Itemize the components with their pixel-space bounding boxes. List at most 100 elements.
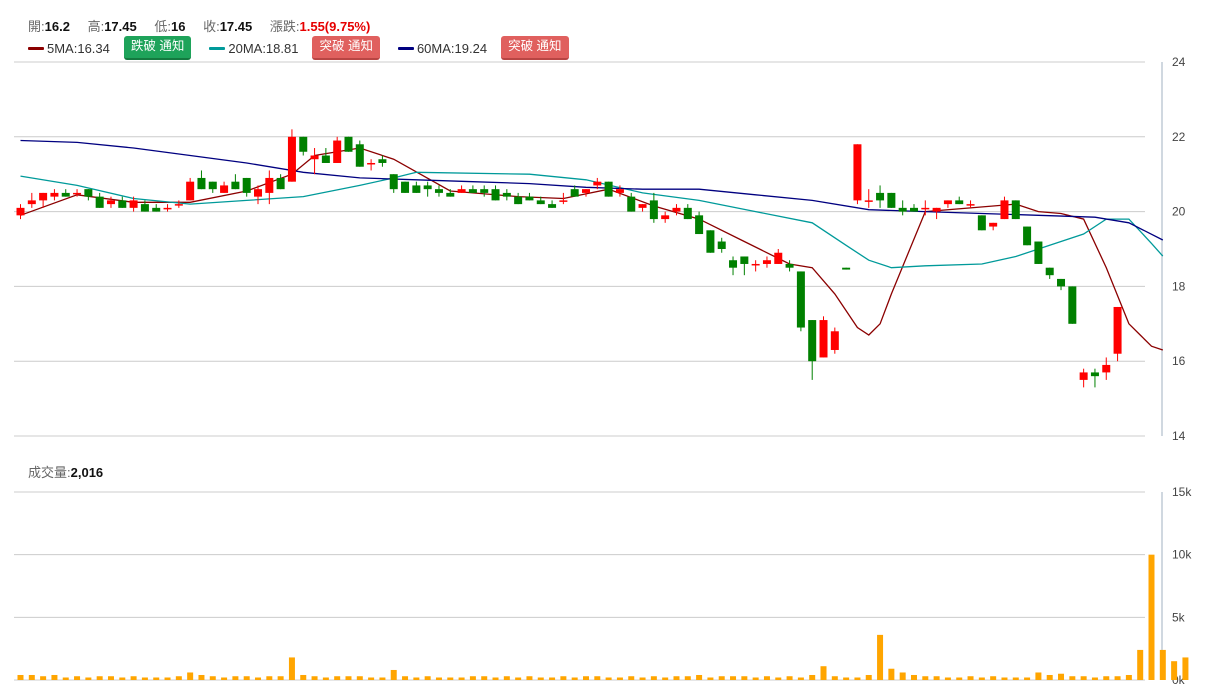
- candle: [525, 192, 534, 201]
- candle: [966, 200, 975, 208]
- candle: [242, 177, 251, 197]
- volume-bar: [854, 677, 861, 680]
- volume-bar: [311, 676, 318, 680]
- candle: [514, 192, 523, 205]
- volume-bar: [368, 677, 375, 680]
- candle-body: [152, 207, 161, 212]
- candle: [864, 189, 873, 208]
- volume-bar: [978, 677, 985, 680]
- volume-bar: [141, 677, 148, 680]
- volume-bar: [300, 674, 307, 680]
- candle-body: [649, 200, 658, 220]
- candle-body: [118, 200, 127, 208]
- candle: [480, 185, 489, 197]
- volume-bar: [1182, 657, 1189, 680]
- volume-bar: [673, 676, 680, 680]
- candle-body: [344, 136, 353, 152]
- volume-bar: [356, 676, 363, 680]
- candle-body: [638, 204, 647, 208]
- volume-bar: [1001, 677, 1008, 680]
- volume-bar: [458, 677, 465, 680]
- volume-bar: [1012, 677, 1019, 680]
- volume-bar: [164, 677, 171, 680]
- candle: [389, 174, 398, 193]
- candle: [502, 189, 511, 201]
- candle: [683, 204, 692, 220]
- candle-body: [174, 204, 183, 206]
- candle-body: [502, 192, 511, 197]
- volume-bar: [322, 677, 329, 680]
- candle-body: [231, 181, 240, 190]
- candle: [1057, 278, 1066, 291]
- volume-bar: [718, 676, 725, 680]
- candle-body: [129, 200, 138, 208]
- volume-bar: [820, 666, 827, 680]
- volume-axis: 15k10k5k0k: [1161, 485, 1192, 687]
- candle-body: [1057, 278, 1066, 287]
- candle-body: [830, 331, 839, 350]
- volume-bar: [990, 676, 997, 680]
- candle: [333, 136, 342, 163]
- candle: [774, 249, 783, 264]
- candle-body: [333, 140, 342, 163]
- volume-bar: [967, 676, 974, 680]
- candle: [1011, 200, 1020, 220]
- volume-bar: [763, 676, 770, 680]
- volume-bar: [1024, 677, 1031, 680]
- candle-body: [898, 207, 907, 212]
- candle: [909, 204, 918, 212]
- candlesticks: [16, 129, 1122, 388]
- candle-body: [1079, 372, 1088, 380]
- candle-body: [73, 192, 82, 195]
- price-tick-label: 22: [1172, 130, 1186, 144]
- volume-bar: [107, 676, 114, 680]
- candle-body: [1000, 200, 1009, 220]
- volume-bar: [153, 677, 160, 680]
- volume-bar: [424, 676, 431, 680]
- volume-bar: [560, 676, 567, 680]
- candle-body: [254, 189, 263, 197]
- candle-body: [570, 189, 579, 197]
- candle: [819, 316, 828, 358]
- candle-body: [774, 252, 783, 264]
- candle: [638, 204, 647, 212]
- volume-bar: [85, 677, 92, 680]
- candle-body: [468, 189, 477, 193]
- volume-bar: [571, 677, 578, 680]
- candle-body: [16, 207, 25, 216]
- candle: [853, 144, 862, 205]
- volume-bar: [232, 676, 239, 680]
- candle-body: [740, 256, 749, 264]
- volume-bar: [288, 657, 295, 680]
- candle-body: [186, 181, 195, 201]
- candle-body: [943, 200, 952, 205]
- candle: [321, 148, 330, 163]
- volume-bar: [526, 676, 533, 680]
- volume-bar: [910, 674, 917, 680]
- candle-body: [1068, 286, 1077, 324]
- candle-body: [966, 204, 975, 206]
- candle-body: [480, 189, 489, 193]
- candle-body: [39, 192, 48, 201]
- candle-body: [412, 185, 421, 193]
- candle: [1045, 267, 1054, 279]
- candle: [423, 181, 432, 197]
- candle-body: [661, 215, 670, 220]
- candle: [943, 200, 952, 208]
- candle-body: [1090, 372, 1099, 377]
- volume-bar: [537, 677, 544, 680]
- candle: [898, 200, 907, 216]
- volume-bar: [1114, 676, 1121, 680]
- volume-bar: [1159, 649, 1166, 680]
- candle: [186, 177, 195, 201]
- volume-bar: [413, 677, 420, 680]
- volume-bar: [1069, 676, 1076, 680]
- candle-body: [50, 192, 59, 197]
- volume-bar: [515, 677, 522, 680]
- candle-body: [446, 192, 455, 197]
- volume-bar: [922, 676, 929, 680]
- volume-bar: [684, 676, 691, 680]
- candle: [1079, 368, 1088, 388]
- candle: [548, 200, 557, 208]
- candle: [1000, 196, 1009, 220]
